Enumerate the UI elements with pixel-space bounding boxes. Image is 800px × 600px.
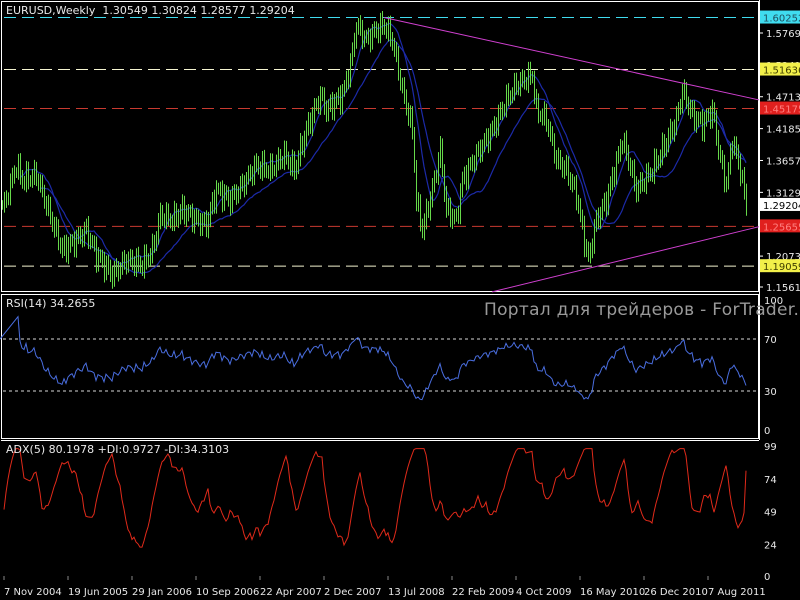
moving-average-20 [39,39,747,275]
price-tick-label: 1.36570 [766,156,800,167]
rsi-tick-label: 70 [764,335,777,346]
price-tick-label: 1.57690 [766,29,800,40]
price-axis: 1.576901.524101.471301.418501.365701.312… [759,0,800,583]
rsi-title: RSI(14) 34.2655 [6,297,96,310]
main-panel-frame [1,1,759,292]
current-price-label: 1.29204 [763,201,800,212]
date-tick-label: 16 May 2010 [580,587,645,598]
date-tick-label: 2 Dec 2007 [324,587,382,598]
rsi-tick-label: 30 [764,387,777,398]
date-tick-label: 22 Apr 2007 [260,587,322,598]
date-tick-label: 7 Aug 2011 [708,587,766,598]
adx-tick-label: 74 [764,475,777,486]
adx-indicator [3,448,747,548]
adx-tick-label: 0 [764,572,770,583]
rsi-line [0,315,747,401]
level-price-label: 1.19059 [763,262,800,273]
adx-tick-label: 99 [764,442,777,453]
trendline-upper [383,17,760,101]
horizontal-levels [4,17,758,267]
price-tick-label: 1.41850 [766,125,800,136]
date-tick-label: 10 Sep 2006 [196,587,259,598]
level-price-label: 1.51636 [763,66,800,77]
price-tick-label: 1.31290 [766,188,800,199]
chart-title: EURUSD,Weekly 1.30549 1.30824 1.28577 1.… [6,4,295,17]
price-bars [2,10,747,289]
level-price-label: 1.25655 [763,222,800,233]
ohlc-values: 1.30549 1.30824 1.28577 1.29204 [102,4,295,17]
adx-title: ADX(5) 80.1978 +DI:0.9727 -DI:34.3103 [6,443,230,456]
adx-tick-label: 24 [764,540,777,551]
moving-average-10 [19,22,747,265]
date-tick-label: 29 Jan 2006 [132,587,192,598]
trendline-lower [491,226,760,293]
price-tick-label: 1.15610 [766,283,800,294]
date-tick-label: 26 Dec 2010 [644,587,708,598]
rsi-indicator [0,315,758,401]
panel-frames [1,1,759,441]
date-tick-label: 4 Oct 2009 [516,587,571,598]
moving-averages [19,22,747,275]
date-axis: 7 Nov 2004 19 Jun 2005 29 Jan 2006 10 Sep 2… [3,576,766,598]
level-price-label: 1.45175 [763,105,800,116]
date-tick-label: 7 Nov 2004 [4,587,62,598]
level-price-label: 1.60252 [763,14,800,25]
adx-tick-label: 49 [764,508,777,519]
adx-line [3,448,747,548]
date-tick-label: 19 Jun 2005 [68,587,128,598]
rsi-tick-label: 0 [764,426,770,437]
date-tick-label: 22 Feb 2009 [452,587,514,598]
date-tick-label: 13 Jul 2008 [388,587,445,598]
symbol-label: EURUSD,Weekly [6,4,96,17]
watermark: Портал для трейдеров - ForTrader.ru [484,300,800,320]
